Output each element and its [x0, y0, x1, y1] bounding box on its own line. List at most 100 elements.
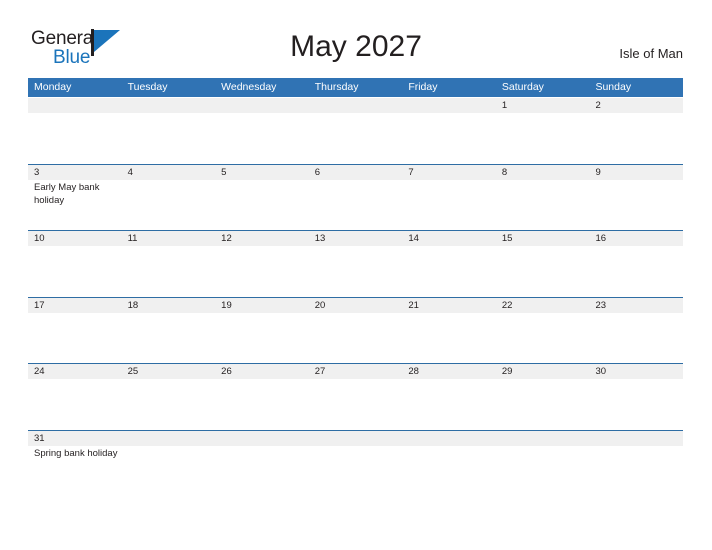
- day-number: [408, 98, 492, 113]
- day-number: 10: [34, 233, 45, 245]
- day-event: [221, 180, 305, 181]
- day-number: 24: [34, 366, 45, 378]
- day-cell[interactable]: [122, 431, 216, 496]
- day-cell[interactable]: 24: [28, 364, 122, 429]
- day-number: [221, 98, 305, 113]
- day-number: 22: [501, 299, 513, 311]
- calendar-week-row: 10 11 12 13 14 15 16: [28, 230, 683, 297]
- day-cell[interactable]: 29: [496, 364, 590, 429]
- day-event: [221, 313, 305, 314]
- day-event: [595, 446, 679, 447]
- calendar-week-row: 24 25 26 27 28 29 30: [28, 363, 683, 430]
- day-event: [595, 313, 679, 314]
- day-number: 8: [501, 166, 508, 178]
- day-cell[interactable]: [215, 431, 309, 496]
- day-number: 20: [314, 299, 326, 311]
- weekday-header-saturday: Saturday: [501, 81, 544, 93]
- day-cell[interactable]: 30: [589, 364, 683, 429]
- day-number: [408, 431, 492, 446]
- day-cell[interactable]: 9: [589, 165, 683, 230]
- day-number: [595, 431, 679, 446]
- day-event: [128, 113, 212, 114]
- day-cell[interactable]: 11: [122, 231, 216, 296]
- day-cell[interactable]: [122, 98, 216, 163]
- day-cell[interactable]: 15: [496, 231, 590, 296]
- day-cell[interactable]: 26: [215, 364, 309, 429]
- day-number: 21: [408, 299, 419, 311]
- day-cell[interactable]: 8: [496, 165, 590, 230]
- day-cell[interactable]: 17: [28, 298, 122, 363]
- day-cell[interactable]: [589, 431, 683, 496]
- day-cell[interactable]: 25: [122, 364, 216, 429]
- day-cell[interactable]: 31 Spring bank holiday: [28, 431, 122, 496]
- day-event: [221, 246, 305, 247]
- day-event: [221, 379, 305, 380]
- day-cell[interactable]: 6: [309, 165, 403, 230]
- day-number: 26: [221, 366, 232, 378]
- day-cell[interactable]: 1: [496, 98, 590, 163]
- calendar-grid: Monday Tuesday Wednesday Thursday Friday…: [28, 78, 683, 497]
- day-event: [221, 446, 305, 447]
- weekday-header-friday: Friday: [408, 81, 438, 93]
- day-event: [595, 180, 679, 181]
- day-cell[interactable]: 28: [402, 364, 496, 429]
- day-cell[interactable]: [402, 98, 496, 163]
- page-title: May 2027: [290, 30, 422, 63]
- region-label: Isle of Man: [619, 46, 683, 61]
- day-number: 29: [501, 366, 513, 378]
- day-number: [221, 431, 305, 446]
- day-cell[interactable]: 3 Early May bank holiday: [28, 165, 122, 230]
- weekday-header-tuesday: Tuesday: [127, 81, 168, 93]
- day-number: 15: [501, 233, 513, 245]
- day-event: [315, 313, 399, 314]
- day-event: [315, 446, 399, 447]
- day-number: 12: [221, 233, 232, 245]
- day-number: 18: [127, 299, 139, 311]
- day-cell[interactable]: 23: [589, 298, 683, 363]
- day-event: [408, 113, 492, 114]
- day-cell[interactable]: 4: [122, 165, 216, 230]
- day-cell[interactable]: 2: [589, 98, 683, 163]
- day-cell[interactable]: 19: [215, 298, 309, 363]
- day-event: [502, 313, 586, 314]
- day-number: [315, 98, 399, 113]
- day-cell[interactable]: 10: [28, 231, 122, 296]
- day-event: [408, 446, 492, 447]
- day-cell[interactable]: 5: [215, 165, 309, 230]
- day-cell[interactable]: [215, 98, 309, 163]
- day-cell[interactable]: 14: [402, 231, 496, 296]
- day-cell[interactable]: 13: [309, 231, 403, 296]
- day-event: [408, 313, 492, 314]
- day-event: [502, 446, 586, 447]
- day-number: [315, 431, 399, 446]
- day-number: 13: [314, 233, 326, 245]
- day-number: 7: [408, 166, 414, 178]
- day-number: [502, 431, 586, 446]
- day-cell[interactable]: [309, 98, 403, 163]
- day-number: 19: [221, 299, 232, 311]
- day-cell[interactable]: 20: [309, 298, 403, 363]
- day-cell[interactable]: 21: [402, 298, 496, 363]
- day-number: 3: [34, 166, 40, 178]
- day-cell[interactable]: [28, 98, 122, 163]
- day-cell[interactable]: [402, 431, 496, 496]
- day-event: [128, 313, 212, 314]
- weekday-header-wednesday: Wednesday: [221, 81, 277, 93]
- day-cell[interactable]: [496, 431, 590, 496]
- day-cell[interactable]: 18: [122, 298, 216, 363]
- day-cell[interactable]: 22: [496, 298, 590, 363]
- day-cell[interactable]: [309, 431, 403, 496]
- day-number: 4: [127, 166, 133, 178]
- day-event: [408, 246, 492, 247]
- day-cell[interactable]: 16: [589, 231, 683, 296]
- day-number: 9: [595, 166, 601, 178]
- day-event: [34, 313, 118, 314]
- day-number: 17: [34, 299, 45, 311]
- day-cell[interactable]: 27: [309, 364, 403, 429]
- day-cell[interactable]: 7: [402, 165, 496, 230]
- day-cell[interactable]: 12: [215, 231, 309, 296]
- day-event: [221, 113, 305, 114]
- day-event: [128, 246, 212, 247]
- calendar-week-row: 31 Spring bank holiday: [28, 429, 683, 497]
- day-event: [595, 379, 679, 380]
